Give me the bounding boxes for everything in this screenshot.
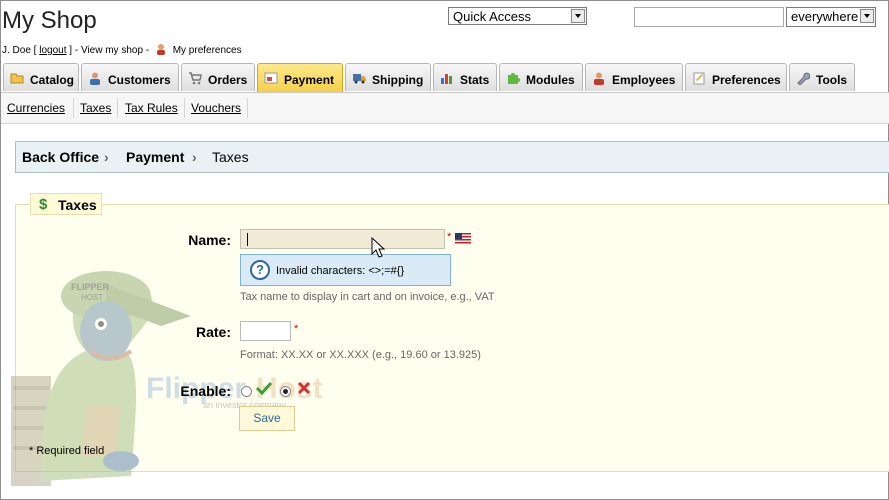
subtab-divider (184, 98, 185, 118)
puzzle-icon (508, 73, 520, 84)
preferences-user-icon (156, 44, 165, 55)
tab-employees[interactable]: Employees (585, 63, 683, 91)
tab-payment[interactable]: Payment (257, 63, 343, 93)
tab-modules[interactable]: Modules (499, 63, 583, 91)
required-marker: * (447, 231, 452, 243)
breadcrumb-back-office[interactable]: Back Office (22, 149, 99, 165)
rate-help-text: Format: XX.XX or XX.XXX (e.g., 19.60 or … (240, 349, 481, 361)
invalid-characters-hint: ? Invalid characters: <>;=#{} (240, 254, 451, 286)
employee-icon (594, 72, 604, 85)
tab-label: Catalog (30, 73, 75, 87)
subtab-divider (117, 98, 118, 118)
subtab-taxes[interactable]: Taxes (80, 101, 111, 115)
required-marker: * (294, 323, 299, 335)
subtab-vouchers[interactable]: Vouchers (191, 101, 241, 115)
name-label: Name: (188, 232, 231, 248)
my-preferences-link[interactable]: My preferences (173, 45, 242, 56)
user-icon (90, 72, 100, 85)
check-icon (256, 381, 272, 395)
tab-label: Preferences (712, 73, 781, 87)
svg-text:HOST: HOST (81, 293, 103, 302)
folder-icon (10, 73, 24, 84)
subtab-tax-rules[interactable]: Tax Rules (125, 101, 178, 115)
payment-icon (264, 72, 278, 84)
legend-title: Taxes (58, 197, 97, 213)
dollar-icon: $ (39, 196, 48, 213)
tab-label: Stats (460, 73, 490, 87)
bar-chart-icon (441, 74, 452, 84)
view-shop-link[interactable]: ] - View my shop - (69, 45, 149, 56)
user-prefix: J. Doe [ (2, 45, 37, 56)
help-question-icon: ? (250, 260, 270, 280)
tab-label: Modules (526, 73, 575, 87)
tab-customers[interactable]: Customers (81, 63, 179, 91)
quick-access-select[interactable]: Quick Access (448, 7, 587, 25)
tab-preferences[interactable]: Preferences (685, 63, 787, 91)
tab-shipping[interactable]: Shipping (345, 63, 431, 91)
truck-icon (353, 74, 366, 84)
chevron-down-icon (571, 9, 585, 23)
hint-text: Invalid characters: <>;=#{} (276, 265, 405, 277)
tab-label: Employees (612, 73, 676, 87)
mouse-pointer-icon (371, 237, 386, 258)
preferences-icon (693, 72, 705, 85)
subtab-divider (247, 98, 248, 118)
subtab-bar: Currencies Taxes Tax Rules Vouchers (1, 93, 889, 124)
wrench-icon (797, 72, 810, 85)
name-input[interactable] (240, 229, 445, 249)
main-tabs: Catalog Customers Orders Payment Shippin… (1, 63, 889, 93)
chevron-right-icon: › (192, 149, 197, 165)
chevron-down-icon (860, 9, 874, 23)
enable-no-radio[interactable] (280, 386, 291, 397)
tab-label: Payment (284, 73, 335, 87)
breadcrumb-taxes: Taxes (212, 149, 249, 165)
tab-tools[interactable]: Tools (789, 63, 855, 91)
quick-access-value: Quick Access (453, 9, 532, 24)
search-scope-value: everywhere (791, 9, 859, 24)
user-line: J. Doe [ logout ] - View my shop - My pr… (2, 43, 242, 56)
tab-orders[interactable]: Orders (181, 63, 255, 91)
search-scope-select[interactable]: everywhere (786, 7, 876, 27)
name-help-text: Tax name to display in cart and on invoi… (240, 291, 495, 303)
subtab-divider (73, 98, 74, 118)
tab-catalog[interactable]: Catalog (3, 63, 79, 91)
tab-label: Customers (108, 73, 171, 87)
rate-input[interactable] (240, 321, 291, 341)
enable-yes-radio[interactable] (241, 386, 252, 397)
search-input[interactable] (634, 7, 784, 27)
tab-label: Tools (816, 73, 848, 87)
subtab-currencies[interactable]: Currencies (7, 101, 65, 115)
breadcrumb-payment[interactable]: Payment (126, 149, 184, 165)
enable-label: Enable: (180, 383, 231, 399)
shop-title: My Shop (2, 7, 97, 34)
rate-label: Rate: (195, 324, 231, 340)
required-field-note: * Required field (29, 445, 105, 457)
logout-link[interactable]: logout (39, 45, 66, 56)
chevron-right-icon: › (104, 149, 109, 165)
fieldset-legend: $ Taxes (30, 193, 102, 215)
tab-label: Shipping (372, 73, 424, 87)
breadcrumb: Back Office › Payment › Taxes (15, 141, 889, 173)
cross-icon (297, 381, 311, 395)
cart-icon (189, 72, 202, 85)
tab-stats[interactable]: Stats (433, 63, 497, 91)
svg-text:FLIPPER: FLIPPER (71, 282, 110, 292)
tab-label: Orders (208, 73, 248, 87)
us-flag-icon[interactable] (455, 233, 471, 244)
save-button[interactable]: Save (239, 406, 295, 431)
text-caret (247, 233, 248, 246)
